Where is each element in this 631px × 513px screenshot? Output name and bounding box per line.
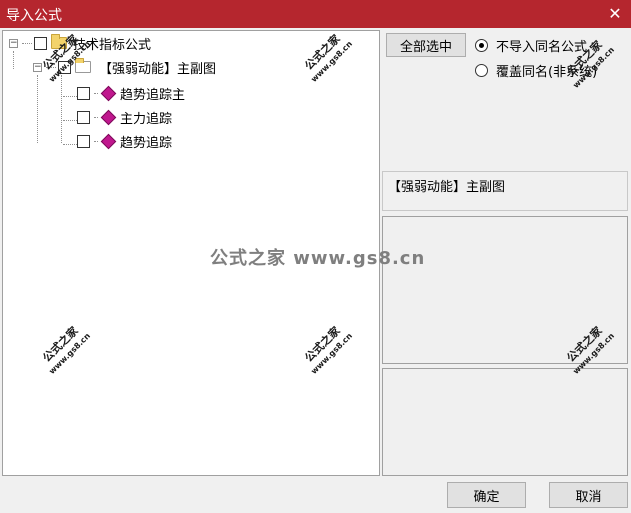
tree-line — [61, 75, 62, 143]
radio-button[interactable] — [475, 64, 488, 77]
tree-node-item[interactable]: 趋势追踪 — [77, 130, 172, 152]
formula-icon — [100, 85, 117, 101]
tree-node-item[interactable]: 主力追踪 — [77, 106, 172, 128]
window-title: 导入公式 — [6, 8, 62, 24]
tree-connector — [94, 116, 98, 118]
tree-connector — [94, 140, 98, 142]
tree-node-item[interactable]: 趋势追踪主 — [77, 82, 185, 104]
tree-node-label: 【强弱动能】主副图 — [97, 57, 219, 77]
item-checkbox[interactable] — [77, 86, 90, 100]
selected-formula-name: 【强弱动能】主副图 — [382, 171, 628, 211]
tree-line — [37, 75, 38, 143]
tree-node-label: 主力追踪 — [120, 111, 173, 127]
formula-icon — [100, 133, 117, 149]
root-checkbox[interactable] — [34, 36, 47, 50]
watermark-center: 公式之家 www.gs8.cn — [210, 248, 426, 269]
cancel-button[interactable]: 取消 — [549, 482, 628, 508]
title-bar: 导入公式 ✕ — [0, 0, 631, 28]
close-icon[interactable]: ✕ — [605, 3, 625, 23]
tree-connector — [94, 92, 98, 94]
parameter-panel — [382, 368, 628, 476]
ok-button[interactable]: 确定 — [447, 482, 526, 508]
item-checkbox[interactable] — [77, 134, 90, 148]
tree-node-label: 趋势追踪主 — [120, 87, 186, 103]
formula-icon — [100, 109, 117, 125]
collapse-icon[interactable]: − — [9, 38, 18, 48]
tree-line — [63, 144, 77, 145]
tree-line — [63, 120, 77, 121]
tree-node-label: 趋势追踪 — [120, 135, 173, 151]
radio-label: 不导入同名公式 — [496, 40, 588, 55]
tree-connector — [22, 42, 32, 44]
radio-no-import[interactable]: 不导入同名公式 — [475, 36, 587, 55]
radio-button-checked[interactable] — [475, 39, 488, 52]
item-checkbox[interactable] — [77, 110, 90, 124]
tree-line — [63, 96, 77, 97]
select-all-button[interactable]: 全部选中 — [386, 33, 466, 57]
selected-formula-text: 【强弱动能】主副图 — [388, 180, 506, 195]
